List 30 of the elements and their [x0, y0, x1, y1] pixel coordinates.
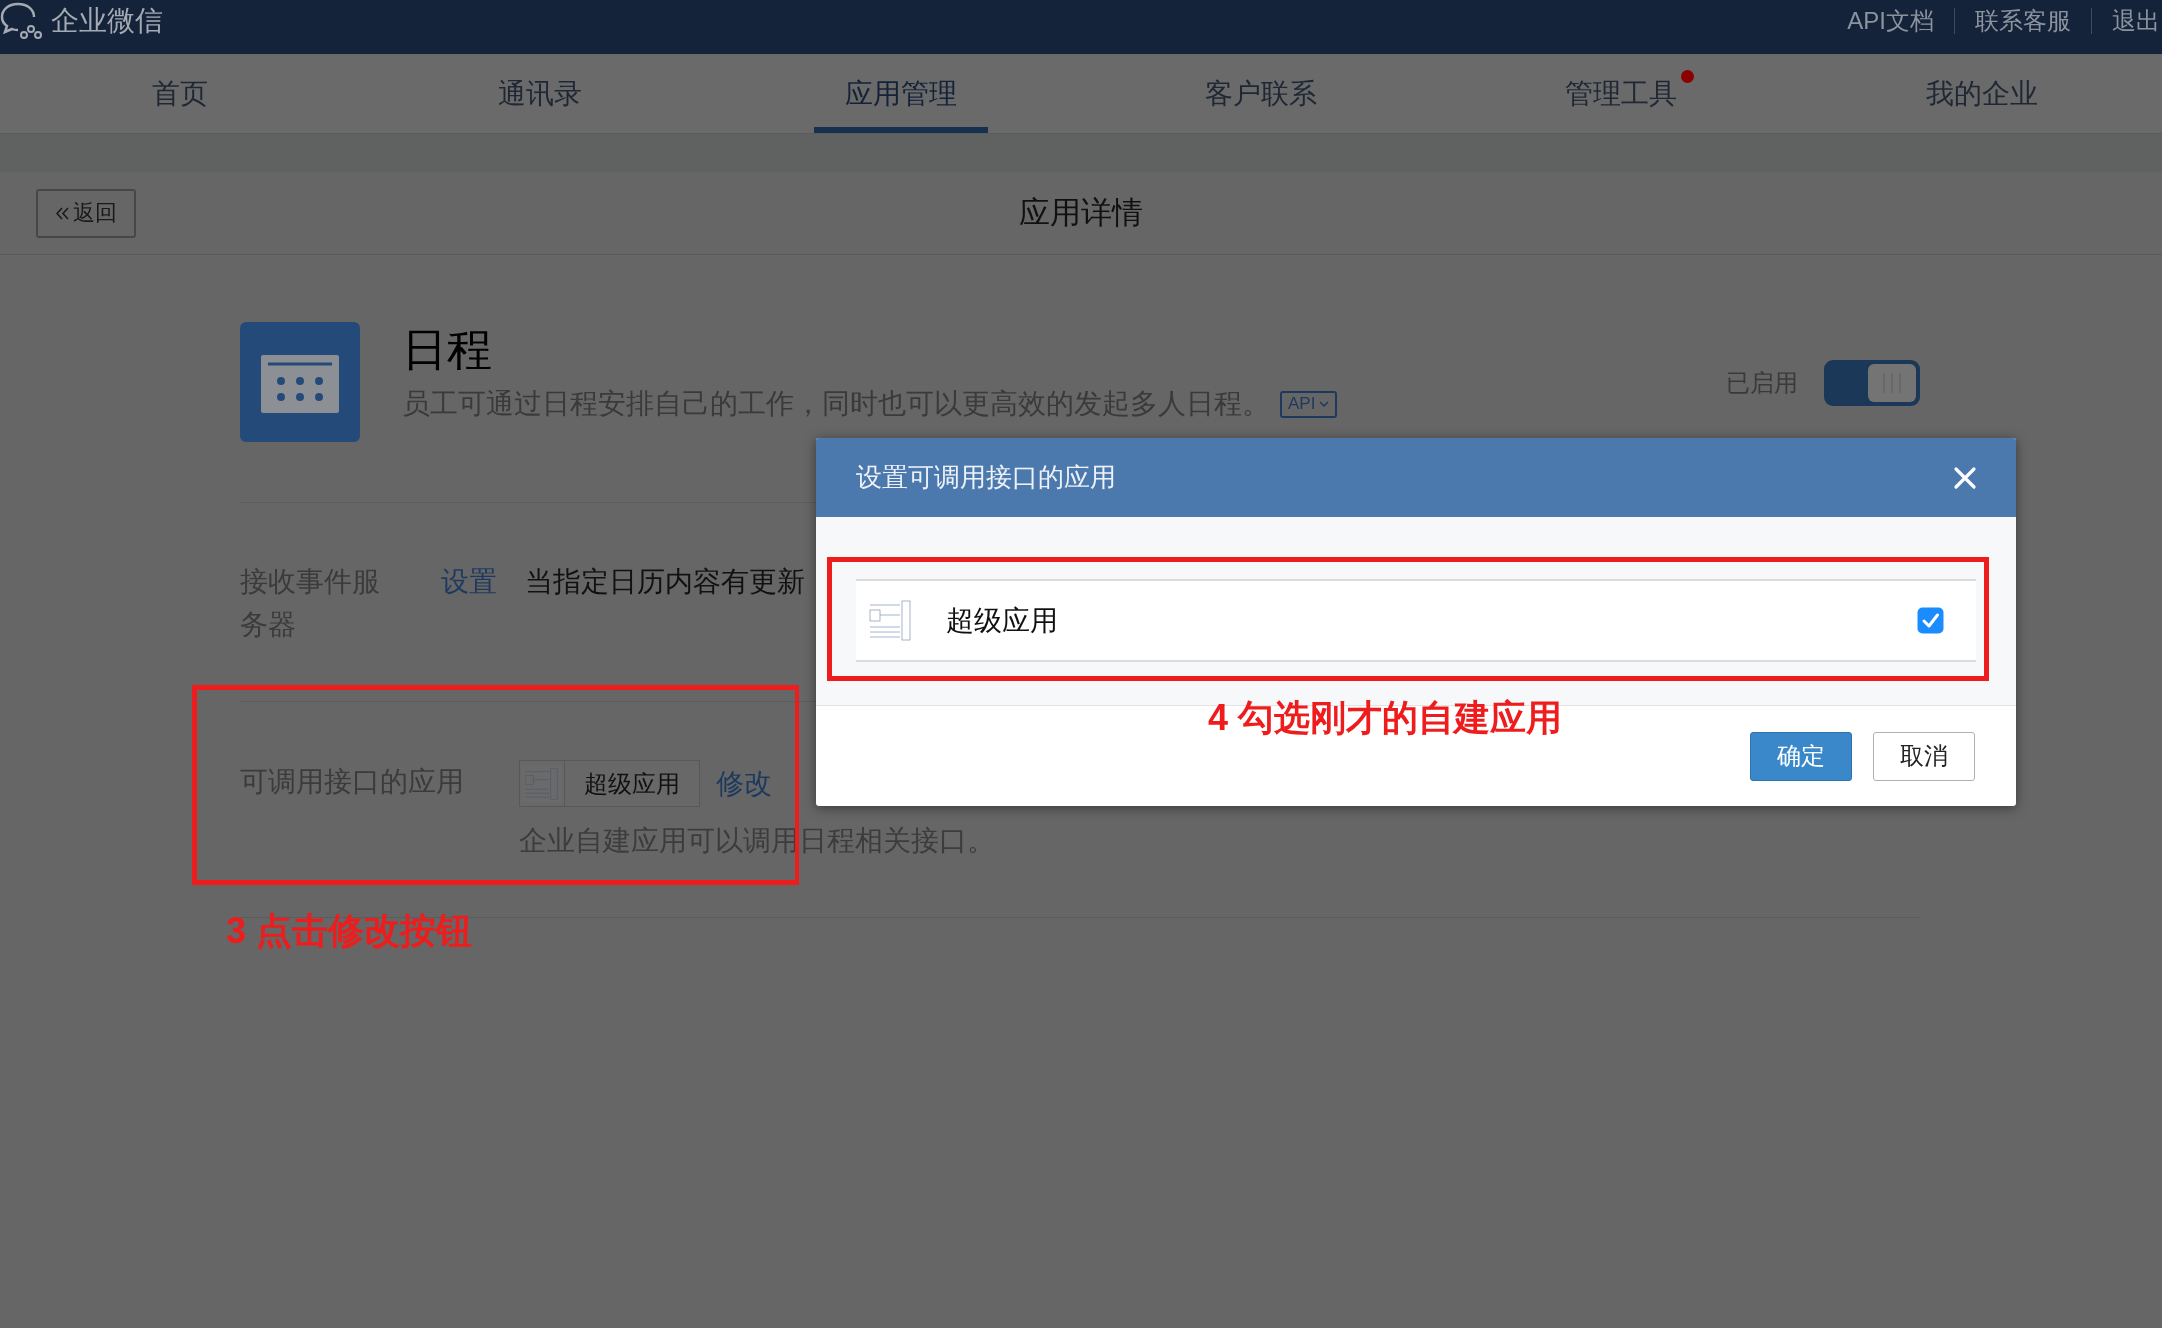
- logo-text: 企业微信: [51, 4, 163, 38]
- nav-tab[interactable]: 通讯录: [467, 54, 614, 133]
- edit-link[interactable]: 修改: [716, 762, 772, 805]
- nav-tab[interactable]: 我的企业: [1894, 54, 2069, 133]
- app-option-row[interactable]: 超级应用: [856, 579, 1976, 662]
- annotation-label: 3 点击修改按钮: [226, 909, 473, 953]
- setting-description: 当指定日历内容有更新: [525, 565, 805, 599]
- app-name: 超级应用: [583, 768, 681, 799]
- page-title: 应用详情: [1019, 194, 1143, 232]
- dialog-button[interactable]: 确定: [1750, 731, 1852, 781]
- header-link[interactable]: API文档: [1827, 8, 1954, 34]
- nav-tab[interactable]: 首页: [121, 54, 240, 133]
- header-link[interactable]: 联系客服: [1954, 8, 2091, 34]
- dialog-title: 设置可调用接口的应用: [856, 461, 1116, 494]
- checkbox[interactable]: [1917, 607, 1944, 634]
- app-name: 超级应用: [946, 603, 1058, 638]
- dialog-button[interactable]: 取消: [1873, 731, 1975, 781]
- nav-tab[interactable]: 管理工具: [1534, 54, 1709, 133]
- app-title: 日程: [402, 324, 493, 376]
- api-dropdown[interactable]: API: [1280, 390, 1338, 418]
- close-icon: [1953, 465, 1977, 490]
- annotation-label: 4 勾选刚才的自建应用: [1208, 696, 1563, 740]
- caret-icon: [1319, 400, 1330, 408]
- back-button[interactable]: 返回: [36, 188, 136, 238]
- double-chevron-icon: [55, 206, 69, 220]
- calendar-icon: [240, 322, 360, 442]
- header-link[interactable]: 退出: [2091, 8, 2160, 34]
- settings-link[interactable]: 设置: [441, 560, 497, 603]
- nav-tab[interactable]: 客户联系: [1174, 54, 1349, 133]
- toggle-switch[interactable]: [1824, 360, 1920, 406]
